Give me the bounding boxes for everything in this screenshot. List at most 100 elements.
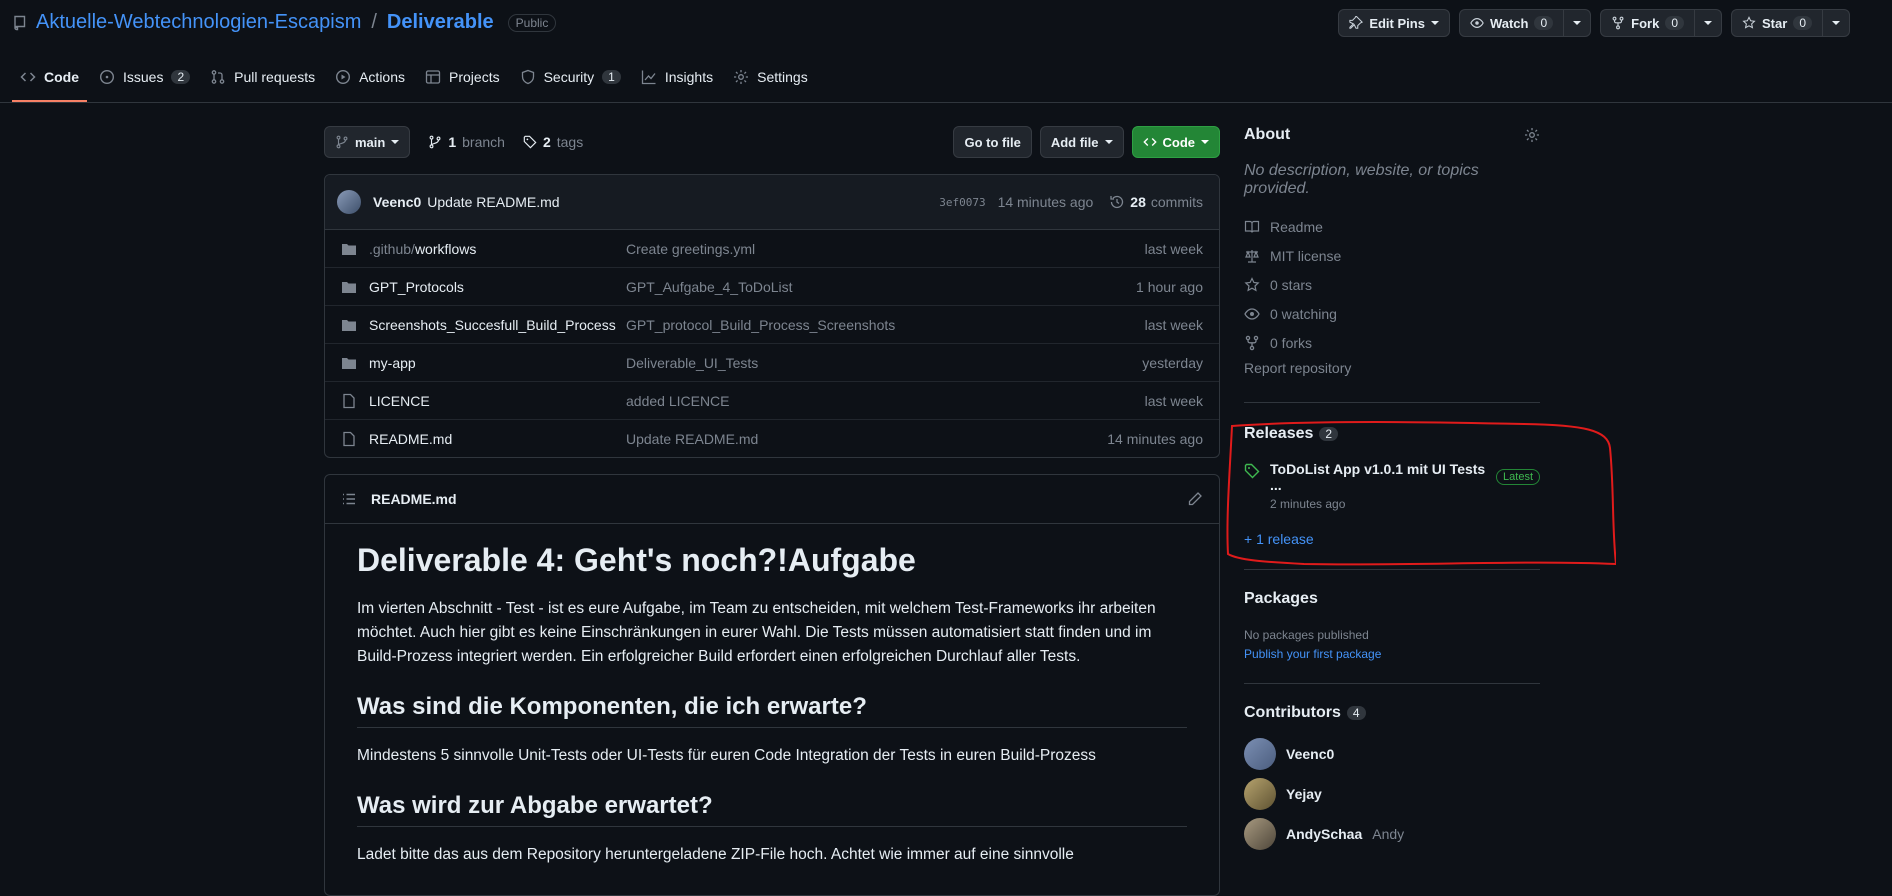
- file-commit-message[interactable]: GPT_Aufgabe_4_ToDoList: [626, 279, 1136, 295]
- fork-group: Fork 0: [1600, 9, 1723, 37]
- file-age: yesterday: [1142, 354, 1203, 371]
- code-button-label: Code: [1162, 134, 1196, 150]
- fork-button[interactable]: Fork 0: [1600, 9, 1696, 37]
- latest-badge: Latest: [1496, 469, 1540, 485]
- file-name-link[interactable]: README.md: [369, 431, 626, 447]
- about-description: No description, website, or topics provi…: [1244, 162, 1479, 197]
- graph-icon: [641, 69, 657, 85]
- tab-code[interactable]: Code: [12, 62, 87, 102]
- file-commit-message[interactable]: added LICENCE: [626, 393, 1145, 409]
- file-name-link[interactable]: .github/workflows: [369, 241, 626, 257]
- file-row[interactable]: GPT_Protocols GPT_Aufgabe_4_ToDoList 1 h…: [325, 267, 1219, 305]
- publish-package-link[interactable]: Publish your first package: [1244, 647, 1540, 661]
- edit-pins-button[interactable]: Edit Pins: [1338, 9, 1450, 37]
- commit-sha-link[interactable]: 3ef0073: [939, 196, 985, 209]
- avatar[interactable]: [1244, 818, 1276, 850]
- tab-insights[interactable]: Insights: [633, 62, 721, 92]
- contributors-count: 4: [1346, 706, 1366, 720]
- repo-sidebar: About No description, website, or topics…: [1244, 126, 1540, 854]
- readme-link[interactable]: Readme: [1244, 212, 1540, 241]
- pencil-icon[interactable]: [1187, 491, 1203, 507]
- packages-section: Packages No packages published Publish y…: [1244, 590, 1540, 661]
- contributors-title-link[interactable]: Contributors 4: [1244, 704, 1540, 722]
- tab-label: Pull requests: [234, 69, 316, 85]
- play-icon: [335, 69, 351, 85]
- star-button[interactable]: Star 0: [1731, 9, 1823, 37]
- repo-owner-link[interactable]: Aktuelle-Webtechnologien-Escapism: [36, 11, 361, 34]
- watch-label: Watch: [1489, 15, 1529, 31]
- file-row[interactable]: my-app Deliverable_UI_Tests yesterday: [325, 343, 1219, 381]
- tab-actions[interactable]: Actions: [327, 62, 413, 92]
- file-commit-message[interactable]: GPT_protocol_Build_Process_Screenshots: [626, 317, 1145, 333]
- add-file-button[interactable]: Add file: [1039, 126, 1124, 158]
- repo-title: Aktuelle-Webtechnologien-Escapism / Deli…: [12, 11, 557, 34]
- watch-dropdown-button[interactable]: [1564, 9, 1592, 37]
- readme-box: README.md Deliverable 4: Geht's noch?!Au…: [324, 474, 1220, 896]
- file-commit-message[interactable]: Deliverable_UI_Tests: [626, 355, 1142, 371]
- release-date: 2 minutes ago: [1270, 497, 1346, 511]
- folder-icon: [341, 355, 357, 371]
- file-commit-message[interactable]: Create greetings.yml: [626, 241, 1145, 257]
- go-to-file-button[interactable]: Go to file: [953, 126, 1032, 158]
- about-title: About: [1244, 126, 1291, 143]
- branch-name: main: [355, 134, 386, 150]
- file-name-link[interactable]: my-app: [369, 355, 626, 371]
- commit-message-link[interactable]: Update README.md: [427, 194, 559, 210]
- forks-link[interactable]: 0 forks: [1244, 328, 1540, 357]
- packages-title[interactable]: Packages: [1244, 590, 1540, 608]
- release-title[interactable]: ToDoList App v1.0.1 mit UI Tests ...: [1270, 461, 1486, 493]
- commit-author-link[interactable]: Veenc0: [373, 194, 421, 210]
- avatar[interactable]: [1244, 778, 1276, 810]
- tags-link[interactable]: 2 tags: [523, 134, 583, 150]
- watchers-link[interactable]: 0 watching: [1244, 299, 1540, 328]
- commits-link[interactable]: 28 commits: [1109, 194, 1203, 210]
- chevron-down-icon: [1430, 21, 1439, 25]
- more-releases-link[interactable]: + 1 release: [1244, 531, 1540, 547]
- avatar[interactable]: [1244, 738, 1276, 770]
- releases-title-link[interactable]: Releases 2: [1244, 425, 1540, 443]
- readme-paragraph: Mindestens 5 sinnvolle Unit-Tests oder U…: [357, 747, 1096, 764]
- contributor-login[interactable]: Yejay: [1286, 786, 1322, 802]
- file-row[interactable]: .github/workflows Create greetings.yml l…: [325, 230, 1219, 267]
- branches-link[interactable]: 1 branch: [428, 134, 505, 150]
- stars-link[interactable]: 0 stars: [1244, 270, 1540, 299]
- issue-icon: [99, 69, 115, 85]
- file-age: last week: [1144, 392, 1203, 409]
- license-link[interactable]: MIT license: [1244, 241, 1540, 270]
- contributor-login[interactable]: AndySchaa: [1286, 826, 1362, 842]
- file-navigation: main 1 branch 2 tags Go to file Add file…: [324, 126, 1220, 158]
- contributor-item[interactable]: Veenc0: [1244, 734, 1540, 774]
- visibility-badge: Public: [507, 13, 557, 32]
- contributor-item[interactable]: Yejay: [1244, 774, 1540, 814]
- file-row[interactable]: Screenshots_Succesfull_Build_Process GPT…: [325, 305, 1219, 343]
- report-repository-link[interactable]: Report repository: [1244, 360, 1540, 376]
- watch-button[interactable]: Watch 0: [1458, 9, 1565, 37]
- list-icon[interactable]: [341, 491, 357, 507]
- tab-projects[interactable]: Projects: [417, 62, 508, 92]
- star-dropdown-button[interactable]: [1823, 9, 1850, 37]
- file-name-link[interactable]: GPT_Protocols: [369, 279, 626, 295]
- avatar[interactable]: [337, 190, 361, 214]
- fork-dropdown-button[interactable]: [1695, 9, 1723, 37]
- file-commit-message[interactable]: Update README.md: [626, 431, 1107, 447]
- tab-issues[interactable]: Issues 2: [91, 62, 198, 92]
- tab-pull-requests[interactable]: Pull requests: [202, 62, 323, 92]
- repo-icon: [12, 15, 28, 31]
- branch-count: 1: [448, 134, 457, 150]
- file-row[interactable]: LICENCE added LICENCE last week: [325, 381, 1219, 419]
- star-count: 0: [1793, 16, 1812, 30]
- contributor-login[interactable]: Veenc0: [1286, 746, 1334, 762]
- gear-icon[interactable]: [1524, 127, 1540, 143]
- code-button[interactable]: Code: [1131, 126, 1220, 158]
- file-name-link[interactable]: Screenshots_Succesfull_Build_Process: [369, 317, 626, 333]
- file-name-link[interactable]: LICENCE: [369, 393, 626, 409]
- repo-name-link[interactable]: Deliverable: [387, 11, 494, 34]
- tab-security[interactable]: Security 1: [512, 62, 629, 92]
- tab-label: Actions: [359, 69, 406, 85]
- file-row[interactable]: README.md Update README.md 14 minutes ag…: [325, 419, 1219, 457]
- about-list: Readme MIT license 0 stars 0 watching 0 …: [1244, 212, 1540, 357]
- tab-settings[interactable]: Settings: [725, 62, 816, 92]
- branch-select-button[interactable]: main: [324, 126, 411, 158]
- contributor-item[interactable]: AndySchaa Andy: [1244, 814, 1540, 854]
- latest-release[interactable]: ToDoList App v1.0.1 mit UI Tests ... Lat…: [1244, 461, 1540, 511]
